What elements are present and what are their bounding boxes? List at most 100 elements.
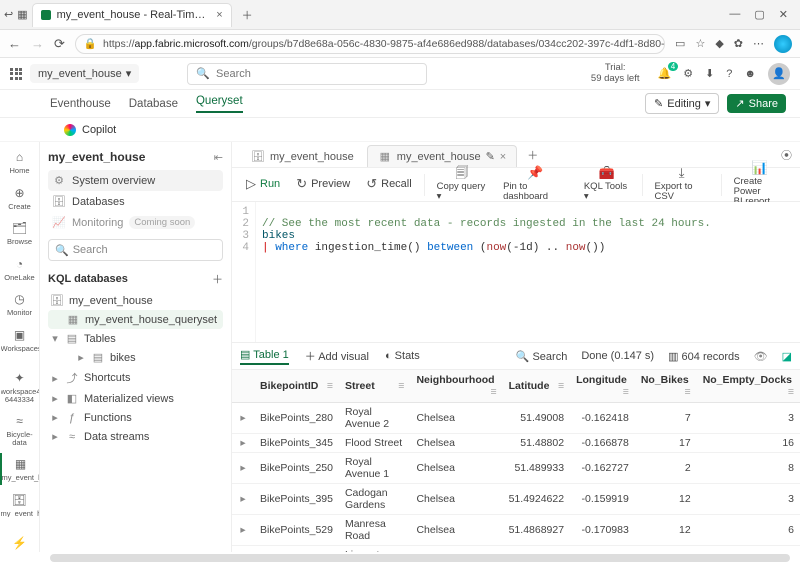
expand-row-icon[interactable]: ▸ bbox=[238, 437, 248, 449]
rail-create[interactable]: ⊕Create bbox=[0, 182, 39, 214]
col-neighbourhood[interactable]: Neighbourhood≡ bbox=[410, 370, 502, 403]
col-no-empty-docks[interactable]: No_Empty_Docks≡ bbox=[697, 370, 800, 403]
nav-refresh-icon[interactable]: ⟳ bbox=[54, 36, 65, 52]
feedback-icon[interactable]: ☻ bbox=[744, 68, 756, 80]
ext-more-icon[interactable]: ⋯ bbox=[753, 37, 764, 50]
app-launcher-icon[interactable] bbox=[10, 68, 22, 80]
col-menu-icon[interactable]: ≡ bbox=[398, 380, 404, 392]
rail-workspaces[interactable]: ▣Workspaces bbox=[0, 324, 39, 356]
settings-gear-icon[interactable]: ⚙ bbox=[683, 67, 693, 80]
download-icon[interactable]: ⬇ bbox=[705, 67, 714, 80]
chevron-right-icon[interactable]: ▸ bbox=[50, 411, 60, 424]
chevron-right-icon[interactable]: ▸ bbox=[50, 372, 60, 385]
stats-button[interactable]: ◐ Stats bbox=[385, 350, 420, 362]
new-tab-button[interactable]: ＋ bbox=[236, 7, 259, 23]
table-row[interactable]: ▸BikePoints_529Manresa RoadChelsea51.486… bbox=[232, 515, 800, 546]
url-field[interactable]: 🔒 https://app.fabric.microsoft.com/group… bbox=[75, 34, 665, 54]
code-editor[interactable]: 1234 // See the most recent data - recor… bbox=[232, 202, 800, 342]
user-avatar[interactable]: 👤 bbox=[768, 63, 790, 85]
rail-monitor[interactable]: ◷Monitor bbox=[0, 288, 39, 320]
window-minimize-icon[interactable]: — bbox=[729, 8, 740, 21]
expand-row-icon[interactable]: ▸ bbox=[238, 462, 248, 474]
tree-table-bikes[interactable]: ▸▤bikes bbox=[48, 348, 223, 367]
tab-queryset[interactable]: Queryset bbox=[196, 95, 243, 113]
browser-history-icon[interactable]: ↩ bbox=[4, 8, 13, 21]
rail-my-event-house-2[interactable]: 🗄my_event_house bbox=[0, 489, 39, 521]
pin-dashboard-button[interactable]: 📌Pin to dashboard bbox=[497, 164, 574, 204]
nav-back-icon[interactable]: ← bbox=[8, 36, 21, 51]
new-editor-tab-button[interactable]: ＋ bbox=[519, 143, 546, 167]
results-search-button[interactable]: 🔍 Search bbox=[516, 350, 568, 363]
rail-home[interactable]: ⌂Home bbox=[0, 146, 39, 178]
editing-mode-dropdown[interactable]: ✎ Editing ▾ bbox=[645, 93, 719, 114]
rail-rti[interactable]: ⚡Real-Time Intelligence bbox=[0, 532, 39, 552]
col-street[interactable]: Street≡ bbox=[339, 370, 410, 403]
tab-database[interactable]: Database bbox=[129, 98, 178, 110]
copilot-bar[interactable]: Copilot bbox=[0, 118, 800, 142]
rail-browse[interactable]: 🗂Browse bbox=[0, 217, 39, 249]
tree-tables[interactable]: ▾▤Tables bbox=[48, 329, 223, 348]
col-latitude[interactable]: Latitude≡ bbox=[503, 370, 570, 403]
ext-ext2-icon[interactable]: ✿ bbox=[734, 37, 743, 50]
results-maximize-icon[interactable]: ◪ bbox=[782, 350, 792, 363]
copy-query-button[interactable]: 🗐Copy query ▾ bbox=[431, 164, 493, 204]
add-visual-button[interactable]: ＋ Add visual bbox=[305, 348, 369, 364]
run-button[interactable]: ▷Run bbox=[240, 175, 286, 193]
kql-tools-button[interactable]: 🧰KQL Tools ▾ bbox=[578, 164, 636, 204]
browser-tab-active[interactable]: my_event_house - Real-Time Inte… × bbox=[32, 3, 232, 27]
pin-panel-icon[interactable]: ⇤ bbox=[214, 151, 223, 164]
tree-db-my-event-house[interactable]: 🗄my_event_house bbox=[48, 291, 223, 310]
expand-row-icon[interactable]: ▸ bbox=[238, 412, 248, 424]
browser-tabview-icon[interactable]: ▦ bbox=[17, 8, 27, 21]
ext-ext1-icon[interactable]: ◆ bbox=[715, 37, 723, 50]
window-maximize-icon[interactable]: ▢ bbox=[754, 8, 764, 21]
col-menu-icon[interactable]: ≡ bbox=[623, 386, 629, 398]
chevron-right-icon[interactable]: ▸ bbox=[76, 351, 86, 364]
col-menu-icon[interactable]: ≡ bbox=[788, 386, 794, 398]
rename-icon[interactable]: ✎ bbox=[486, 150, 495, 163]
export-csv-button[interactable]: ⤓Export to CSV bbox=[648, 164, 714, 204]
close-tab-icon[interactable]: × bbox=[500, 151, 506, 163]
rail-workspace4[interactable]: ✦workspace4 6443334 bbox=[0, 367, 39, 406]
expand-row-icon[interactable]: ▸ bbox=[238, 524, 248, 536]
chevron-down-icon[interactable]: ▾ bbox=[50, 332, 60, 345]
nav-databases[interactable]: 🗄Databases bbox=[48, 191, 223, 212]
help-icon[interactable]: ? bbox=[726, 68, 732, 80]
table-row[interactable]: ▸BikePoints_280Royal Avenue 2Chelsea51.4… bbox=[232, 403, 800, 434]
expand-row-icon[interactable]: ▸ bbox=[238, 493, 248, 505]
tab-eventhouse[interactable]: Eventhouse bbox=[50, 98, 111, 110]
col-menu-icon[interactable]: ≡ bbox=[558, 380, 564, 392]
rail-onelake[interactable]: ◔OneLake bbox=[0, 253, 39, 285]
nav-system-overview[interactable]: ⚙System overview bbox=[48, 170, 223, 191]
notifications-icon[interactable]: 🔔 bbox=[658, 67, 672, 80]
tree-queryset[interactable]: ▦my_event_house_queryset bbox=[48, 310, 223, 329]
tree-functions[interactable]: ▸ƒFunctions bbox=[48, 408, 223, 427]
horizontal-scrollbar[interactable] bbox=[50, 554, 790, 562]
table-row[interactable]: ▸BikePoints_250Royal Avenue 1Chelsea51.4… bbox=[232, 453, 800, 484]
tab-close-icon[interactable]: × bbox=[216, 9, 222, 21]
col-menu-icon[interactable]: ≡ bbox=[490, 386, 496, 398]
results-tab-table[interactable]: ▤ Table 1 bbox=[240, 348, 289, 365]
results-visibility-icon[interactable]: 👁 bbox=[754, 350, 768, 363]
add-database-icon[interactable]: ＋ bbox=[212, 271, 223, 287]
tree-shortcuts[interactable]: ▸⤴Shortcuts bbox=[48, 367, 223, 389]
tree-data-streams[interactable]: ▸≈Data streams bbox=[48, 427, 223, 446]
nav-forward-icon[interactable]: → bbox=[31, 36, 44, 51]
col-menu-icon[interactable]: ≡ bbox=[685, 386, 691, 398]
site-info-icon[interactable]: 🔒 bbox=[84, 37, 97, 50]
global-search-input[interactable]: 🔍 Search bbox=[187, 63, 427, 85]
table-row[interactable]: ▸BikePoints_395Cadogan GardensChelsea51.… bbox=[232, 484, 800, 515]
chevron-right-icon[interactable]: ▸ bbox=[50, 430, 60, 443]
workspace-dropdown[interactable]: my_event_house ▾ bbox=[30, 64, 139, 83]
table-row[interactable]: ▸BikePoints_345Flood StreetChelsea51.488… bbox=[232, 434, 800, 453]
col-no-bikes[interactable]: No_Bikes≡ bbox=[635, 370, 697, 403]
ext-read-icon[interactable]: ▭ bbox=[675, 37, 685, 50]
editor-tab-1[interactable]: 🗄my_event_house bbox=[240, 145, 365, 167]
ext-star-icon[interactable]: ☆ bbox=[695, 37, 705, 50]
col-longitude[interactable]: Longitude≡ bbox=[570, 370, 635, 403]
recall-button[interactable]: ↺Recall bbox=[360, 175, 417, 193]
browser-profile-icon[interactable] bbox=[774, 35, 792, 53]
col-menu-icon[interactable]: ≡ bbox=[327, 380, 333, 392]
table-row[interactable]: ▸BikePoints_573Limerston StreetWest Chel… bbox=[232, 546, 800, 553]
col-bikepointid[interactable]: BikepointID≡ bbox=[254, 370, 339, 403]
